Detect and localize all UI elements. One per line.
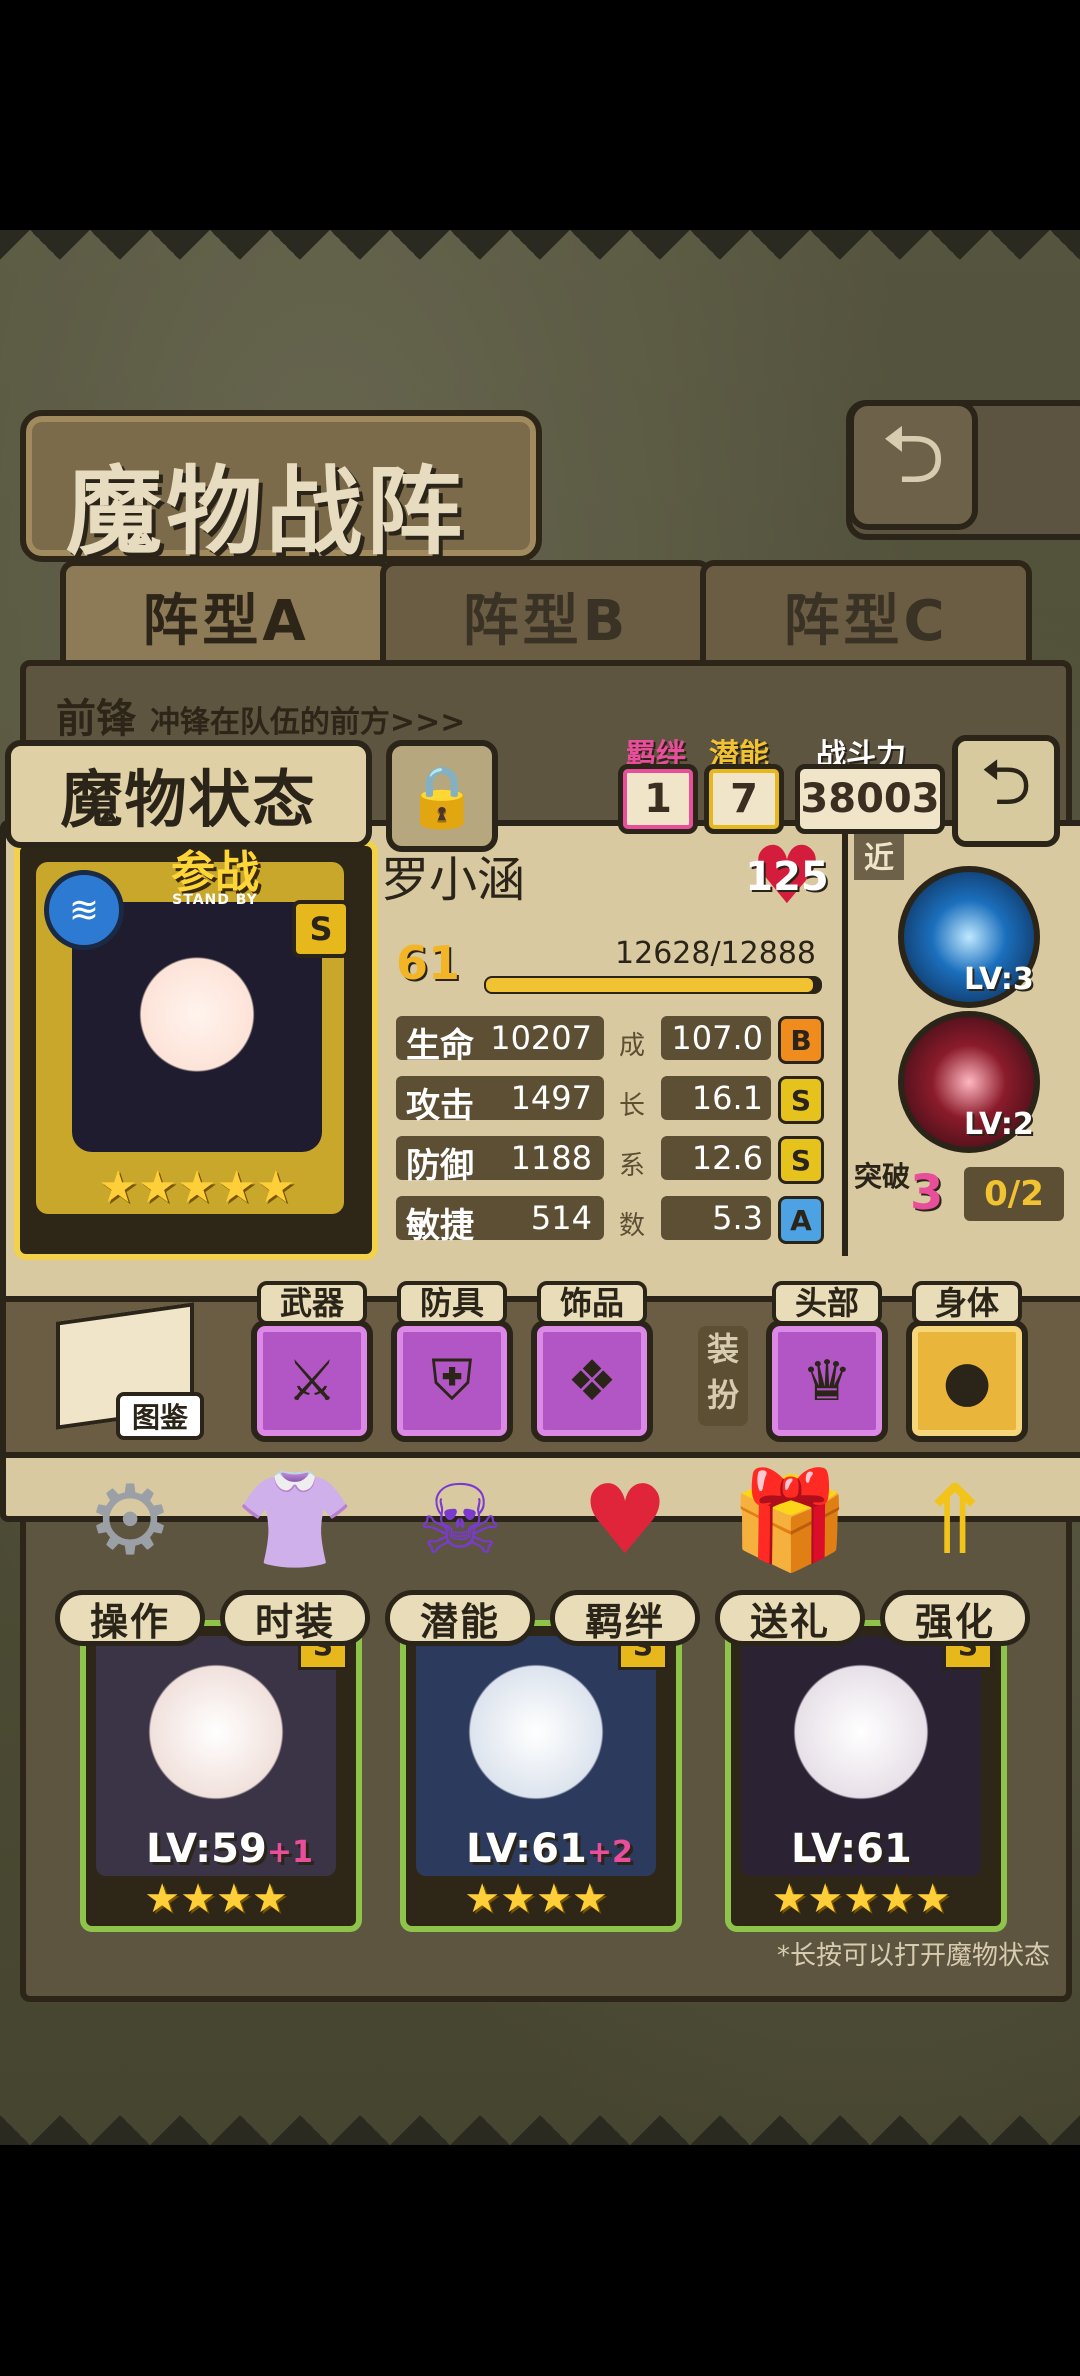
- stat-row-agility: 敏捷 514 5.3 A: [396, 1196, 836, 1246]
- range-tag: 近: [854, 830, 904, 880]
- lock-icon: 🔒: [404, 761, 480, 832]
- dress-up-label: 装扮: [698, 1326, 748, 1426]
- pumpkin-icon: ●: [942, 1348, 992, 1414]
- game-screen: 魔物战阵 ⮌ 阵型A 阵型B 阵型C 前锋 冲锋在队伍的前方>>> S LV:5…: [0, 230, 1080, 2145]
- hp-fill: [486, 978, 813, 992]
- collection-book-button[interactable]: 图鉴: [46, 1302, 204, 1440]
- action-upgrade-button[interactable]: ⇑ 强化: [880, 1460, 1030, 1670]
- accessory-slot[interactable]: 饰品 ❖: [531, 1281, 653, 1442]
- rank-badge: S: [778, 1076, 824, 1124]
- hp-bar: [484, 976, 822, 994]
- weapon-slot[interactable]: 武器 ⚔: [251, 1281, 373, 1442]
- skill-panel: 近 LV:3 LV:2 突破 3 0/2: [842, 826, 1080, 1256]
- affection-value: 125: [745, 854, 829, 900]
- water-element-icon: ≋: [44, 870, 124, 950]
- screen-title-banner: 魔物战阵: [20, 410, 542, 568]
- sword-icon: ⚔: [286, 1348, 338, 1414]
- tab-formation-c[interactable]: 阵型C: [700, 560, 1032, 666]
- action-bar: ⚙ 操作 👚 时装 ☠ 潜能 ♥ 羁绊 🎁 送礼 ⇑ 强化: [0, 1460, 1080, 1670]
- armor-slot[interactable]: 防具 ⛨: [391, 1281, 513, 1442]
- head-slot[interactable]: 头部 ♛: [766, 1281, 888, 1442]
- shield-icon: ⛨: [431, 1348, 473, 1413]
- status-body: ★★★★★ ≋ S 参战 STAND BY 罗小涵 ♥ 125 61 12628…: [0, 820, 1080, 1522]
- zigzag-border-top: [0, 230, 1080, 290]
- bond-value: 1: [618, 764, 698, 834]
- level-value: 61: [396, 936, 461, 990]
- screen-title: 魔物战阵: [66, 456, 466, 568]
- back-button[interactable]: ⮌: [848, 400, 978, 530]
- zigzag-border-bottom: [0, 2085, 1080, 2145]
- outfit-icon: 👚: [235, 1463, 355, 1576]
- action-potential-button[interactable]: ☠ 潜能: [385, 1460, 535, 1670]
- back-arrow-icon: ⮌: [880, 408, 946, 501]
- hp-text: 12628/12888: [615, 936, 816, 971]
- monster-status-overlay: ★★★★★ ≋ S 参战 STAND BY 罗小涵 ♥ 125 61 12628…: [0, 735, 1080, 1670]
- crown-icon: ♛: [801, 1348, 853, 1414]
- upgrade-arrows-icon: ⇑: [914, 1464, 996, 1576]
- status-title: 魔物状态: [5, 740, 372, 848]
- formation-tabs: 阵型A 阵型B 阵型C: [20, 560, 1060, 670]
- skill-1-icon[interactable]: LV:3: [898, 866, 1040, 1008]
- monster-card[interactable]: ★★★★★ ≋ S 参战 STAND BY: [14, 840, 378, 1260]
- rank-badge: B: [778, 1016, 824, 1064]
- breakthrough-row: 突破 3 0/2: [854, 1161, 1074, 1231]
- skill-2-icon[interactable]: LV:2: [898, 1011, 1040, 1153]
- equipment-bar: 图鉴 武器 ⚔ 防具 ⛨ 饰品 ❖ 装扮 头部 ♛ 身体 ●: [6, 1281, 1080, 1458]
- team-level: LV:61+2: [466, 1826, 633, 1872]
- team-stars: ★★★★★: [771, 1876, 951, 1922]
- stat-row-hp: 生命 10207 107.0 B: [396, 1016, 836, 1066]
- tab-formation-b[interactable]: 阵型B: [380, 560, 712, 666]
- rank-badge: A: [778, 1196, 824, 1244]
- hearts-icon: ♥: [581, 1464, 669, 1576]
- stat-row-attack: 攻击 1497 16.1 S: [396, 1076, 836, 1126]
- long-press-hint: *长按可以打开魔物状态: [776, 1941, 1050, 1971]
- back-arrow-icon: ⮌: [980, 746, 1032, 820]
- accessory-icon: ❖: [566, 1348, 618, 1414]
- front-label: 前锋: [56, 696, 136, 742]
- power-value: 38003: [795, 764, 945, 834]
- action-operate-button[interactable]: ⚙ 操作: [55, 1460, 205, 1670]
- action-bond-button[interactable]: ♥ 羁绊: [550, 1460, 700, 1670]
- gear-icon: ⚙: [86, 1464, 174, 1576]
- tab-formation-a[interactable]: 阵型A: [60, 560, 392, 666]
- front-desc: 冲锋在队伍的前方>>>: [149, 705, 466, 740]
- rank-badge: S: [778, 1136, 824, 1184]
- potential-value: 7: [704, 764, 784, 834]
- lock-button[interactable]: 🔒: [386, 740, 498, 852]
- team-stars: ★★★★: [144, 1876, 288, 1922]
- close-status-button[interactable]: ⮌: [952, 735, 1060, 847]
- rarity-badge: S: [292, 900, 350, 958]
- demon-icon: ☠: [416, 1464, 504, 1576]
- card-stars: ★★★★★: [98, 1162, 296, 1213]
- body-slot[interactable]: 身体 ●: [906, 1281, 1028, 1442]
- growth-coefficient-label: 成 长 系 数: [618, 1031, 645, 1241]
- gift-icon: 🎁: [730, 1463, 850, 1576]
- team-level: LV:61: [791, 1826, 912, 1872]
- stat-row-defense: 防御 1188 12.6 S: [396, 1136, 836, 1186]
- action-outfit-button[interactable]: 👚 时装: [220, 1460, 370, 1670]
- team-stars: ★★★★: [464, 1876, 608, 1922]
- team-level: LV:59+1: [146, 1826, 313, 1872]
- action-gift-button[interactable]: 🎁 送礼: [715, 1460, 865, 1670]
